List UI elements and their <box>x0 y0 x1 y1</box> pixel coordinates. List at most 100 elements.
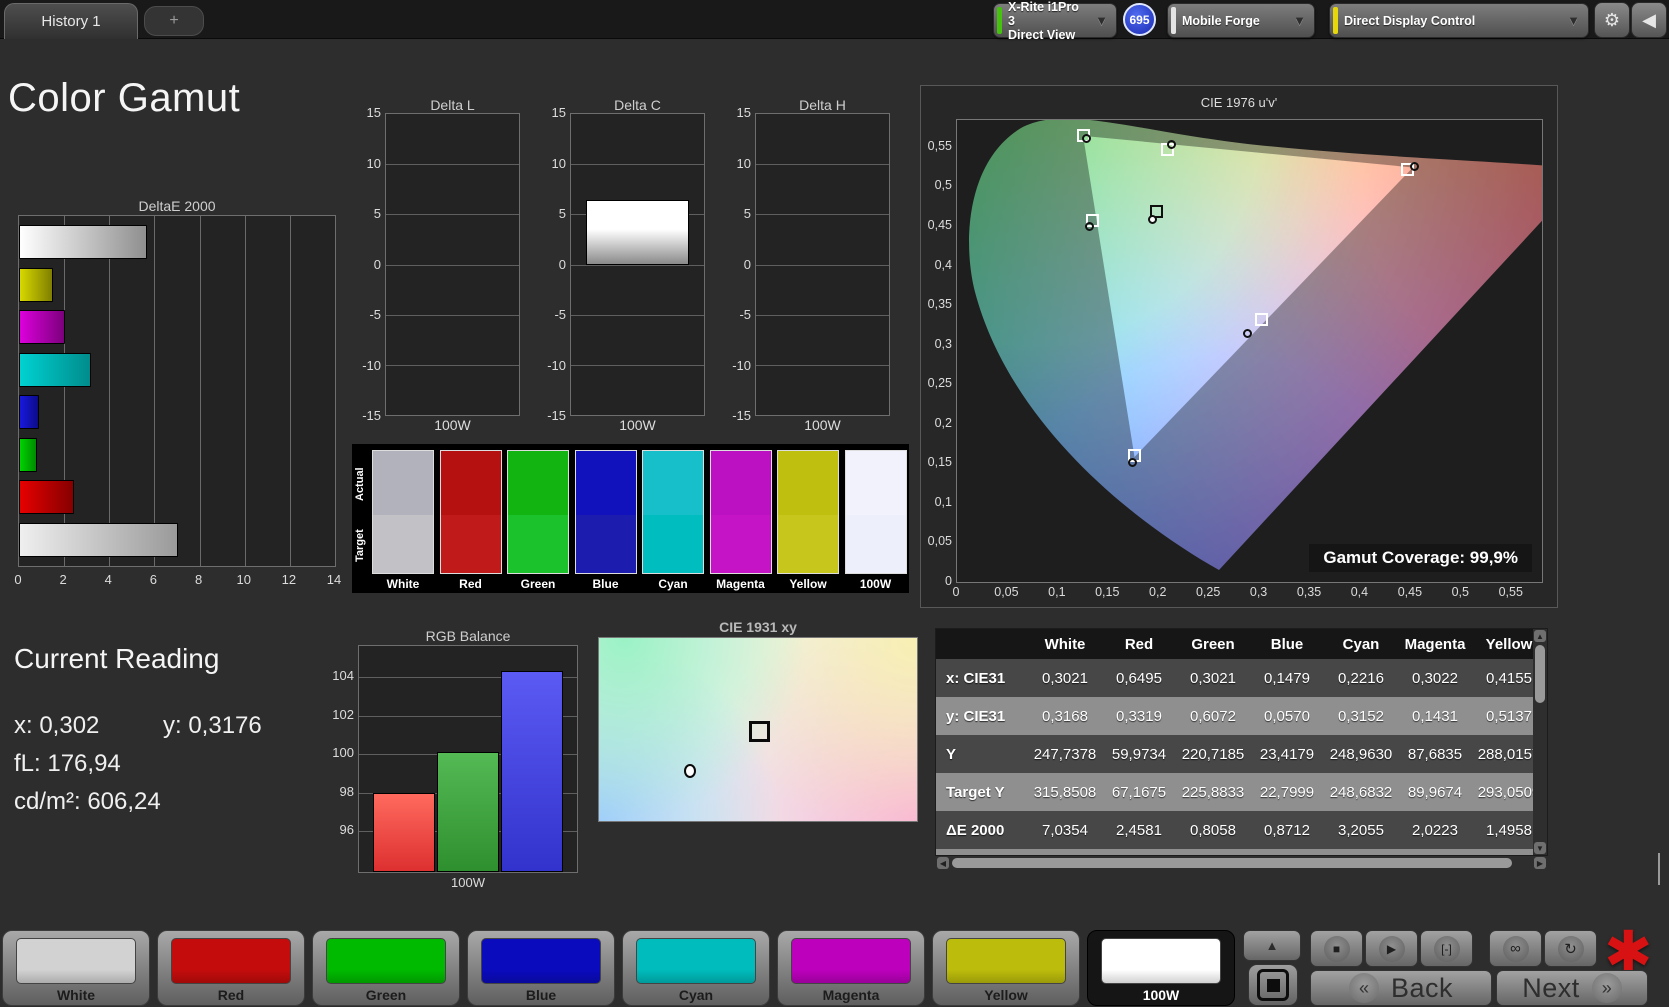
cie1976-y-tick: 0,3 <box>921 337 952 351</box>
swatch-target <box>710 515 772 574</box>
delta_h-gridline <box>756 164 889 165</box>
pattern-button-red[interactable]: Red <box>157 930 305 1006</box>
scroll-up-icon[interactable]: ▲ <box>1534 630 1546 642</box>
table-cell: 11,4530 <box>1102 849 1176 856</box>
vertical-scroll-thumb[interactable] <box>1535 645 1545 703</box>
table-cell: 0,3021 <box>1176 659 1250 697</box>
pattern-button-magenta[interactable]: Magenta <box>777 930 925 1006</box>
cie1976-y-tick: 0,2 <box>921 416 952 430</box>
delta_c-tick-label: -15 <box>534 408 566 423</box>
table-header-Blue: Blue <box>1250 629 1324 659</box>
row-label: Y <box>936 735 1028 773</box>
table-cell: 0,2216 <box>1324 659 1398 697</box>
table-cell: 0,6072 <box>1176 697 1250 735</box>
horizontal-scroll-thumb[interactable] <box>952 858 1512 868</box>
cie1976-y-tick: 0,55 <box>921 139 952 153</box>
table-cell: 0,1431 <box>1398 697 1472 735</box>
cie1976-y-tick: 0,05 <box>921 534 952 548</box>
pattern-button-blue[interactable]: Blue <box>467 930 615 1006</box>
pattern-button-white[interactable]: White <box>2 930 150 1006</box>
scroll-down-icon[interactable]: ▼ <box>1534 842 1546 854</box>
swatch-actual <box>710 450 772 515</box>
swatch-column-magenta: Magenta <box>710 450 772 591</box>
play-button[interactable]: ▶ <box>1365 930 1418 967</box>
row-label: ΔE 2000 <box>936 811 1028 849</box>
meter-status-stripe <box>997 7 1002 34</box>
display-control-dropdown[interactable]: Direct Display Control ▼ <box>1329 3 1589 38</box>
refresh-button[interactable]: ↻ <box>1544 930 1597 967</box>
pattern-swatch <box>16 938 136 984</box>
swatch-target <box>440 515 502 574</box>
actual-marker-magenta <box>1243 329 1252 338</box>
table-vertical-scrollbar[interactable]: ▲ ▼ <box>1533 629 1547 855</box>
reading-fl-value: fL: 176,94 <box>14 750 121 778</box>
delta_l-gridline <box>386 315 519 316</box>
pattern-button-yellow[interactable]: Yellow <box>932 930 1080 1006</box>
tab-history-1[interactable]: History 1 <box>4 3 138 39</box>
deltae2000-bar-white <box>19 523 178 557</box>
continuous-measure-button[interactable]: ∞ <box>1489 930 1542 967</box>
swatch-actual <box>372 450 434 515</box>
delta_l-title: Delta L <box>385 97 520 113</box>
source-dropdown-label: Mobile Forge <box>1182 14 1285 28</box>
delta_c-bar <box>586 200 690 265</box>
pattern-up-button[interactable]: ▲ <box>1243 930 1301 961</box>
pattern-window-button[interactable] <box>1248 964 1298 1006</box>
table-row-Y[interactable]: Y247,737859,9734220,718523,4179248,96308… <box>936 735 1546 773</box>
cie1976-y-tick: 0,45 <box>921 218 952 232</box>
pattern-swatch <box>636 938 756 984</box>
swatch-target <box>642 515 704 574</box>
meter-count-badge[interactable]: 695 <box>1123 3 1156 36</box>
swatch-label: Magenta <box>710 577 772 591</box>
pattern-button-green[interactable]: Green <box>312 930 460 1006</box>
delta_c-tick-label: -5 <box>534 307 566 322</box>
table-cell: 0,0570 <box>1250 697 1324 735</box>
add-tab-button[interactable]: + <box>144 6 204 36</box>
table-header-Red: Red <box>1102 629 1176 659</box>
table-horizontal-scrollbar[interactable]: ◀ ▶ <box>936 856 1547 870</box>
table-row-ΔE 2000[interactable]: ΔE 20007,03542,45810,80580,87123,20552,0… <box>936 811 1546 849</box>
delta_l-tick-label: 5 <box>349 206 381 221</box>
pattern-swatch <box>171 938 291 984</box>
chevron-up-icon: ▲ <box>1266 938 1279 953</box>
delta_l-tick-label: 0 <box>349 257 381 272</box>
table-row-y: CIE31[interactable]: y: CIE310,31680,33190,60720,05700,31520,… <box>936 697 1546 735</box>
scroll-left-icon[interactable]: ◀ <box>937 857 949 869</box>
collapse-panel-button[interactable]: ◀ <box>1631 2 1667 38</box>
measurement-table-header: WhiteRedGreenBlueCyanMagentaYellow <box>936 629 1546 659</box>
table-header-White: White <box>1028 629 1102 659</box>
delta_c-tick-label: 0 <box>534 257 566 272</box>
display-control-status-stripe <box>1333 7 1338 34</box>
table-row-x: CIE31[interactable]: x: CIE310,30210,64950,30210,14790,22160,… <box>936 659 1546 697</box>
table-row-Target Y[interactable]: Target Y315,850867,1675225,883322,799924… <box>936 773 1546 811</box>
delta_l-x-label: 100W <box>385 417 520 433</box>
pattern-button-cyan[interactable]: Cyan <box>622 930 770 1006</box>
next-button[interactable]: Next » <box>1496 970 1648 1006</box>
delta_c-tick-label: 10 <box>534 156 566 171</box>
table-cell: 225,8833 <box>1176 773 1250 811</box>
source-dropdown[interactable]: Mobile Forge ▼ <box>1167 3 1315 38</box>
pattern-button-100w[interactable]: 100W <box>1087 930 1235 1006</box>
meter-dropdown[interactable]: X-Rite i1Pro 3Direct View ▼ <box>993 3 1117 38</box>
delta_h-title: Delta H <box>755 97 890 113</box>
swatch-label: Cyan <box>642 577 704 591</box>
stop-button[interactable]: ■ <box>1310 930 1363 967</box>
actual-marker-blue <box>1128 458 1137 467</box>
chevron-down-icon: ▼ <box>1567 13 1580 28</box>
table-cell: 87,6835 <box>1398 735 1472 773</box>
table-cell: 247,7378 <box>1028 735 1102 773</box>
delta_h-tick-label: 15 <box>719 105 751 120</box>
delta_c-chart <box>570 113 705 416</box>
table-row-ΔE ITP[interactable]: ΔE ITP10,480611,45304,27067,14484,634012… <box>936 849 1546 856</box>
rgb-y-tick: 102 <box>322 707 354 722</box>
scroll-right-icon[interactable]: ▶ <box>1534 857 1546 869</box>
swatch-actual <box>642 450 704 515</box>
table-cell: 2,4581 <box>1102 811 1176 849</box>
measure-series-button[interactable]: [-] <box>1420 930 1473 967</box>
table-cell: 7,1448 <box>1250 849 1324 856</box>
table-cell: 220,7185 <box>1176 735 1250 773</box>
back-button[interactable]: « Back <box>1310 970 1492 1006</box>
settings-button[interactable]: ⚙ <box>1594 2 1630 38</box>
table-cell: 0,3152 <box>1324 697 1398 735</box>
cie1976-y-tick: 0,5 <box>921 178 952 192</box>
